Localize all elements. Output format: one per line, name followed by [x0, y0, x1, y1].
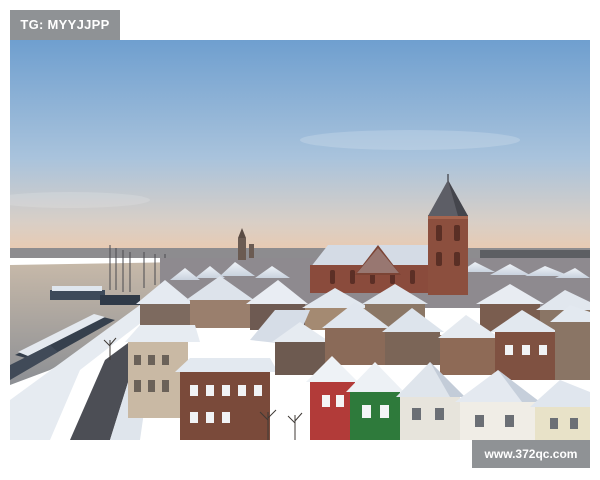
distant-tower	[238, 238, 246, 260]
watermark-top-left: TG: MYYJJPP	[10, 10, 120, 40]
town-photo-image	[10, 40, 590, 440]
watermark-bottom-right: www.372qc.com	[472, 440, 590, 468]
green-house	[346, 362, 404, 440]
boat	[100, 295, 140, 305]
cloud	[300, 130, 520, 150]
corner-building	[128, 340, 188, 418]
boat-deck	[52, 286, 102, 291]
boat	[50, 290, 105, 300]
corner-building-roof	[125, 325, 200, 342]
church-tower	[428, 215, 468, 295]
cream-house	[530, 380, 590, 440]
sky	[10, 40, 590, 255]
brick-building	[180, 370, 270, 440]
white-house-2	[455, 370, 540, 440]
town-photo	[10, 40, 590, 440]
